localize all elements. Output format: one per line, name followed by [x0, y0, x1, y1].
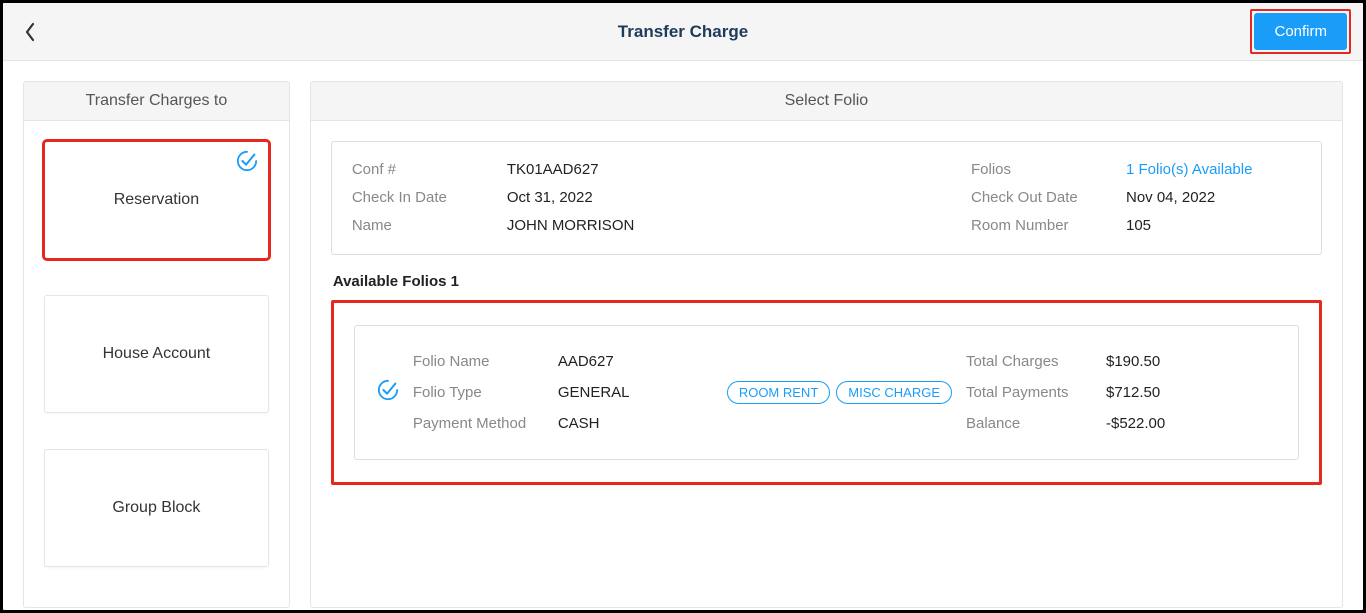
confirm-highlight: Confirm: [1250, 9, 1351, 54]
checkin-label: Check In Date: [352, 186, 507, 210]
folios-label: Folios: [971, 158, 1126, 182]
destination-label: Reservation: [114, 191, 199, 209]
folio-type-value: GENERAL: [558, 379, 630, 406]
total-charges-label: Total Charges: [966, 348, 1106, 375]
folio-type-label: Folio Type: [413, 379, 558, 406]
conf-value: TK01AAD627: [507, 158, 599, 182]
folio-card[interactable]: Folio NameAAD627 Folio TypeGENERAL Payme…: [354, 325, 1299, 460]
payment-method-label: Payment Method: [413, 410, 558, 437]
destination-reservation[interactable]: Reservation: [44, 141, 269, 259]
folio-left-col: Folio NameAAD627 Folio TypeGENERAL Payme…: [413, 346, 713, 439]
payment-method-value: CASH: [558, 410, 600, 437]
name-value: JOHN MORRISON: [507, 214, 635, 238]
sidebar-body: Reservation House Account Group Block: [23, 121, 290, 608]
folio-right-col: Total Charges$190.50 Total Payments$712.…: [966, 346, 1276, 439]
summary-col-right: Folios1 Folio(s) Available Check Out Dat…: [971, 156, 1301, 240]
total-payments-value: $712.50: [1106, 379, 1160, 406]
topbar: Transfer Charge Confirm: [3, 3, 1363, 61]
reservation-summary: Conf #TK01AAD627 Check In DateOct 31, 20…: [331, 141, 1322, 255]
chevron-left-icon: [24, 22, 36, 42]
room-label: Room Number: [971, 214, 1126, 238]
page-title: Transfer Charge: [618, 22, 748, 42]
sidebar: Transfer Charges to Reservation House Ac…: [3, 61, 310, 610]
select-folio-header: Select Folio: [310, 81, 1343, 121]
select-folio-body: Conf #TK01AAD627 Check In DateOct 31, 20…: [310, 121, 1343, 608]
main-panel: Select Folio Conf #TK01AAD627 Check In D…: [310, 61, 1363, 610]
folios-available-link[interactable]: 1 Folio(s) Available: [1126, 158, 1252, 182]
folio-tag: ROOM RENT: [727, 381, 830, 404]
content: Transfer Charges to Reservation House Ac…: [3, 61, 1363, 610]
folio-tag: MISC CHARGE: [836, 381, 952, 404]
back-button[interactable]: [15, 17, 45, 47]
folio-name-value: AAD627: [558, 348, 614, 375]
folio-name-label: Folio Name: [413, 348, 558, 375]
checkmark-icon: [236, 150, 258, 177]
folio-tags: ROOM RENT MISC CHARGE: [727, 381, 952, 404]
conf-label: Conf #: [352, 158, 507, 182]
app-frame: Transfer Charge Confirm Transfer Charges…: [2, 2, 1364, 611]
destination-label: House Account: [103, 345, 211, 363]
balance-label: Balance: [966, 410, 1106, 437]
destination-house-account[interactable]: House Account: [44, 295, 269, 413]
checkmark-icon: [377, 379, 399, 406]
room-value: 105: [1126, 214, 1151, 238]
name-label: Name: [352, 214, 507, 238]
folio-highlight: Folio NameAAD627 Folio TypeGENERAL Payme…: [331, 300, 1322, 485]
destination-list: Reservation House Account Group Block: [24, 121, 289, 587]
destination-label: Group Block: [112, 499, 200, 517]
total-payments-label: Total Payments: [966, 379, 1106, 406]
available-folios-label: Available Folios 1: [333, 273, 1322, 290]
sidebar-header: Transfer Charges to: [23, 81, 290, 121]
summary-col-left: Conf #TK01AAD627 Check In DateOct 31, 20…: [352, 156, 971, 240]
checkout-value: Nov 04, 2022: [1126, 186, 1215, 210]
checkout-label: Check Out Date: [971, 186, 1126, 210]
balance-value: -$522.00: [1106, 410, 1165, 437]
confirm-button[interactable]: Confirm: [1254, 13, 1347, 50]
destination-group-block[interactable]: Group Block: [44, 449, 269, 567]
total-charges-value: $190.50: [1106, 348, 1160, 375]
checkin-value: Oct 31, 2022: [507, 186, 593, 210]
